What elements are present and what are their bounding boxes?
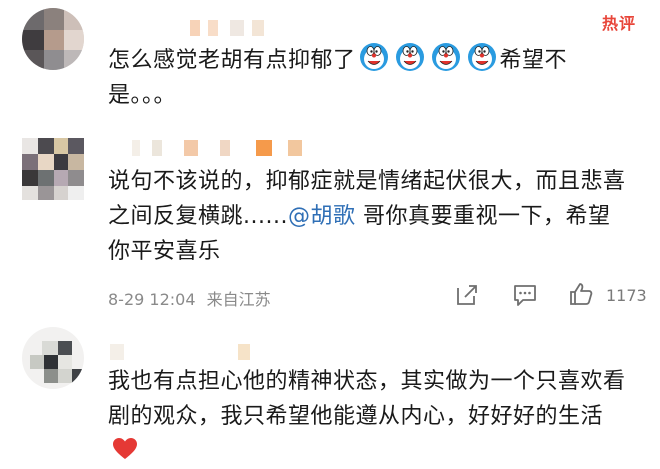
comment-text-part: 我也有点担心他的精神状态，其实做为一个只喜欢看剧的观众，我只希望他能遵从内心，好…	[108, 369, 626, 429]
username-censored[interactable]	[110, 344, 270, 360]
comment-3: 我也有点担心他的精神状态，其实做为一个只喜欢看剧的观众，我只希望他能遵从内心，好…	[0, 0, 660, 466]
red-heart-icon	[113, 438, 137, 459]
comment-text: 我也有点担心他的精神状态，其实做为一个只喜欢看剧的观众，我只希望他能遵从内心，好…	[108, 364, 628, 469]
avatar[interactable]	[22, 327, 84, 389]
